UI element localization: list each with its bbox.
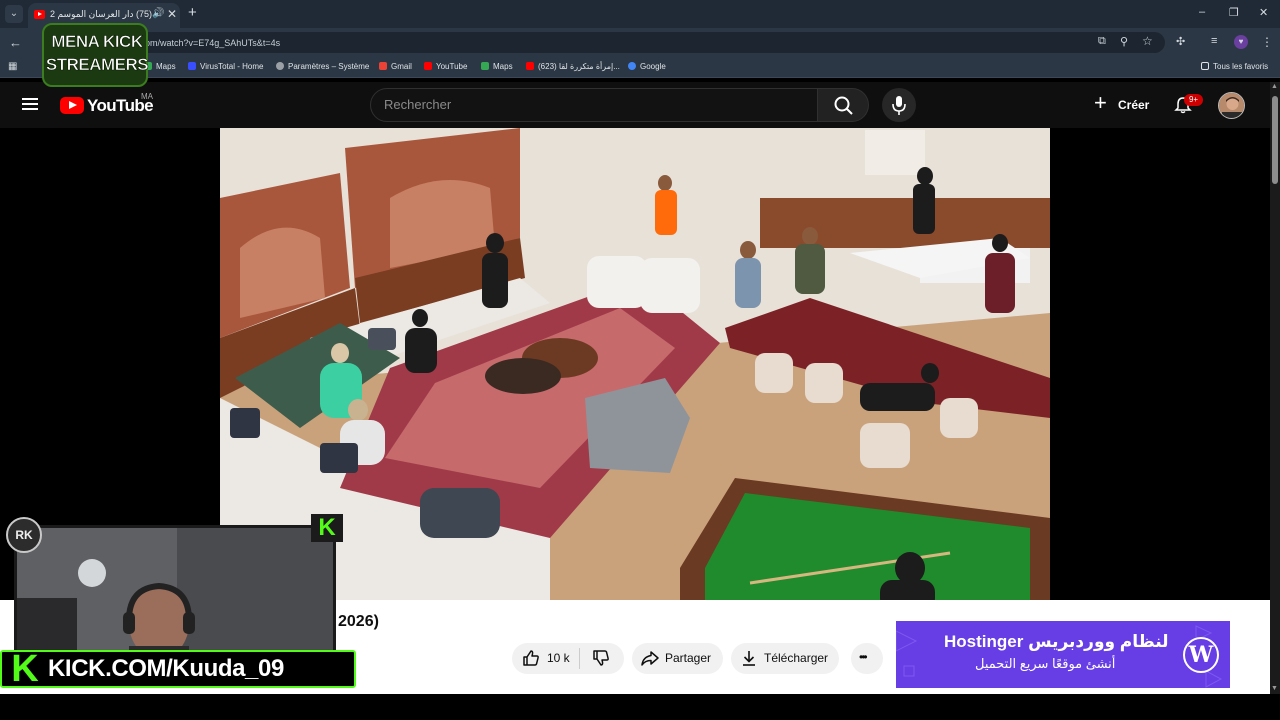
bookmark-label: Gmail: [391, 62, 412, 71]
scroll-up-arrow-icon[interactable]: ▲: [1271, 83, 1278, 90]
google-icon: [628, 62, 636, 70]
share-label: Partager: [665, 651, 712, 665]
bookmark-youtube[interactable]: YouTube: [424, 62, 467, 71]
bookmark-settings[interactable]: Paramètres – Système: [276, 62, 369, 71]
like-divider: [579, 648, 580, 669]
voice-search-button[interactable]: [882, 88, 916, 122]
share-arrow-icon: [641, 651, 659, 666]
search-button[interactable]: [817, 88, 869, 122]
install-app-icon[interactable]: ⧉: [1098, 35, 1106, 48]
bookmark-maps-2[interactable]: Maps: [481, 62, 513, 71]
bookmark-label: Maps: [156, 62, 176, 71]
wordpress-logo-icon: W: [1183, 637, 1219, 673]
ad-headline: Hostinger لنظام ووردبريس: [944, 632, 1169, 651]
thumbs-down-icon[interactable]: [591, 648, 611, 668]
download-label: Télécharger: [764, 651, 829, 665]
search-placeholder: Rechercher: [384, 97, 452, 112]
logo-line-1: MENA KICK: [51, 32, 143, 52]
account-avatar[interactable]: [1218, 92, 1245, 119]
bookmark-label: Maps: [493, 62, 513, 71]
microphone-icon: [892, 96, 906, 115]
folder-icon: [1201, 62, 1209, 70]
virustotal-icon: [188, 62, 196, 70]
ad-subline: أنشئ موقعًا سريع التحميل: [975, 656, 1116, 671]
new-tab-button[interactable]: +: [188, 5, 197, 20]
bookmark-label: VirusTotal - Home: [200, 62, 264, 71]
bookmark-label: Tous les favoris: [1213, 62, 1269, 71]
media-controls-icon[interactable]: ≡: [1211, 35, 1217, 47]
menu-icon[interactable]: [22, 98, 38, 110]
kebab-menu-icon[interactable]: ⋮: [1261, 35, 1273, 49]
logo-line-2: STREAMERS: [45, 55, 149, 75]
bookmark-google[interactable]: Google: [628, 62, 666, 71]
apps-grid-icon[interactable]: ▦: [8, 61, 17, 72]
youtube-icon: [424, 62, 432, 70]
bookmark-gmail[interactable]: Gmail: [379, 62, 412, 71]
zoom-icon[interactable]: ⚲: [1120, 35, 1128, 48]
video-player[interactable]: [220, 128, 1050, 600]
bookmark-label: (623) إمرأة متكررة لقا...: [538, 62, 620, 71]
notification-badge: 9+: [1184, 94, 1203, 106]
streamer-webcam: [14, 525, 336, 655]
scrollbar-thumb[interactable]: [1272, 96, 1278, 184]
minimize-button[interactable]: –: [1199, 6, 1205, 18]
gear-icon: [276, 62, 284, 70]
url-text[interactable]: om/watch?v=E74g_SAhUTs&t=4s: [145, 38, 280, 48]
create-label: Créer: [1118, 98, 1150, 112]
kick-channel-url: KICK.COM/Kuuda_09: [48, 655, 284, 682]
youtube-favicon-icon: [34, 10, 45, 19]
kick-logo-icon: K: [311, 514, 343, 542]
plus-icon: +: [1094, 90, 1107, 115]
search-icon: [834, 96, 853, 115]
video-frame: [220, 128, 1050, 600]
close-window-button[interactable]: ✕: [1259, 6, 1268, 19]
extensions-icon[interactable]: ✣: [1176, 35, 1185, 48]
kick-banner-logo-icon: K: [11, 648, 39, 690]
bookmark-label: Paramètres – Système: [288, 62, 370, 71]
download-icon: [743, 651, 755, 666]
tab-close-icon[interactable]: ✕: [167, 7, 177, 21]
bookmark-virustotal[interactable]: VirusTotal - Home: [188, 62, 263, 71]
profile-avatar-icon[interactable]: ♥: [1234, 35, 1248, 49]
bookmark-star-icon[interactable]: ☆: [1142, 34, 1153, 48]
bookmark-label: YouTube: [436, 62, 468, 71]
bookmark-video[interactable]: (623) إمرأة متكررة لقا...: [526, 62, 620, 71]
thumbs-up-icon[interactable]: [521, 648, 541, 668]
bookmark-label: Google: [640, 62, 666, 71]
streamer-badge: RK: [6, 517, 42, 553]
tab-title: (75) دار العرسان الموسم 2 |: [50, 9, 152, 19]
more-dots-icon: •••: [859, 650, 867, 664]
country-code: MA: [141, 92, 153, 101]
gmail-icon: [379, 62, 387, 70]
video-title: 2026): [338, 613, 379, 630]
mena-kick-streamers-logo: MENA KICK STREAMERS: [42, 23, 149, 87]
all-bookmarks[interactable]: Tous les favoris: [1201, 62, 1268, 71]
webcam-feed: [17, 528, 333, 652]
speaker-icon[interactable]: 🔊: [152, 8, 164, 19]
back-arrow-icon[interactable]: ←: [9, 35, 22, 50]
screen: ⌄ (75) دار العرسان الموسم 2 | 🔊 ✕ + – ❐ …: [0, 0, 1280, 720]
taskbar-strip: [0, 694, 1280, 720]
tab-search-button[interactable]: ⌄: [5, 5, 23, 23]
restore-button[interactable]: ❐: [1229, 6, 1239, 19]
more-actions-button[interactable]: [851, 643, 883, 674]
youtube-logo-icon[interactable]: [60, 97, 84, 114]
scroll-down-arrow-icon[interactable]: ▼: [1271, 685, 1278, 692]
like-count[interactable]: 10 k: [547, 651, 570, 665]
maps-icon: [481, 62, 489, 70]
youtube-icon: [526, 62, 534, 70]
